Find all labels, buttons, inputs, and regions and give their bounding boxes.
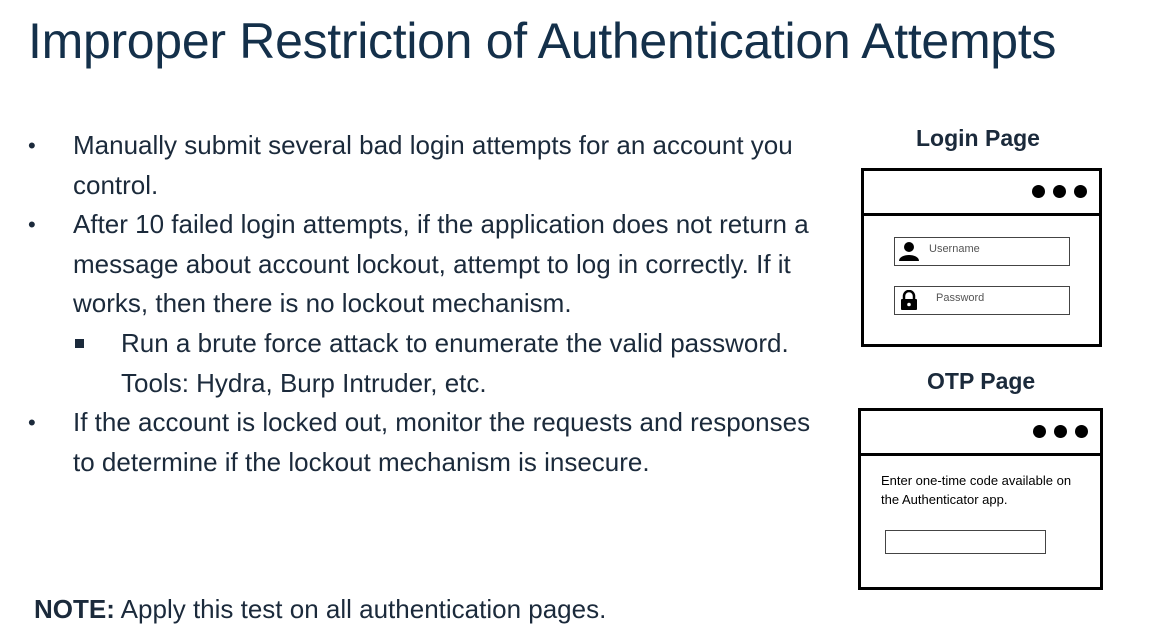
square-bullet-icon — [75, 338, 84, 348]
bullet-marker: • — [28, 212, 36, 238]
note-label: NOTE: — [34, 594, 115, 624]
otp-code-input[interactable] — [885, 530, 1046, 554]
bullet-text: Manually submit several bad login attemp… — [73, 130, 793, 200]
window-dots-icon — [1032, 185, 1087, 198]
note: NOTE: Apply this test on all authenticat… — [34, 594, 606, 625]
password-field[interactable]: Password — [894, 286, 1070, 315]
otp-instruction: Enter one-time code available on the Aut… — [881, 473, 1072, 507]
password-placeholder: Password — [936, 292, 985, 304]
bullet-item: • After 10 failed login attempts, if the… — [26, 205, 816, 324]
login-page-wireframe: Username Password — [861, 168, 1102, 347]
sub-bullet-text: Run a brute force attack to enumerate th… — [121, 327, 789, 398]
note-text: Apply this test on all authentication pa… — [114, 594, 607, 624]
bullet-marker: • — [28, 410, 36, 436]
bullet-text: After 10 failed login attempts, if the a… — [73, 209, 809, 319]
bullet-item: • Manually submit several bad login atte… — [26, 126, 816, 205]
bullet-list: • Manually submit several bad login atte… — [26, 126, 816, 482]
sub-bullet-item: Run a brute force attack to enumerate th… — [26, 324, 816, 403]
slide-title: Improper Restriction of Authentication A… — [28, 13, 1057, 69]
username-field[interactable]: Username — [894, 237, 1070, 266]
bullet-item: • If the account is locked out, monitor … — [26, 403, 816, 482]
window-titlebar — [861, 411, 1100, 456]
otp-panel-title: OTP Page — [927, 368, 1036, 394]
window-dots-icon — [1033, 425, 1088, 438]
bullet-marker: • — [28, 133, 36, 158]
lock-icon — [901, 290, 917, 310]
otp-page-wireframe: Enter one-time code available on the Aut… — [858, 408, 1103, 590]
login-panel-title: Login Page — [916, 125, 1040, 151]
user-icon — [899, 242, 919, 261]
window-titlebar — [864, 171, 1099, 216]
bullet-text: If the account is locked out, monitor th… — [73, 407, 811, 477]
username-placeholder: Username — [929, 243, 980, 255]
